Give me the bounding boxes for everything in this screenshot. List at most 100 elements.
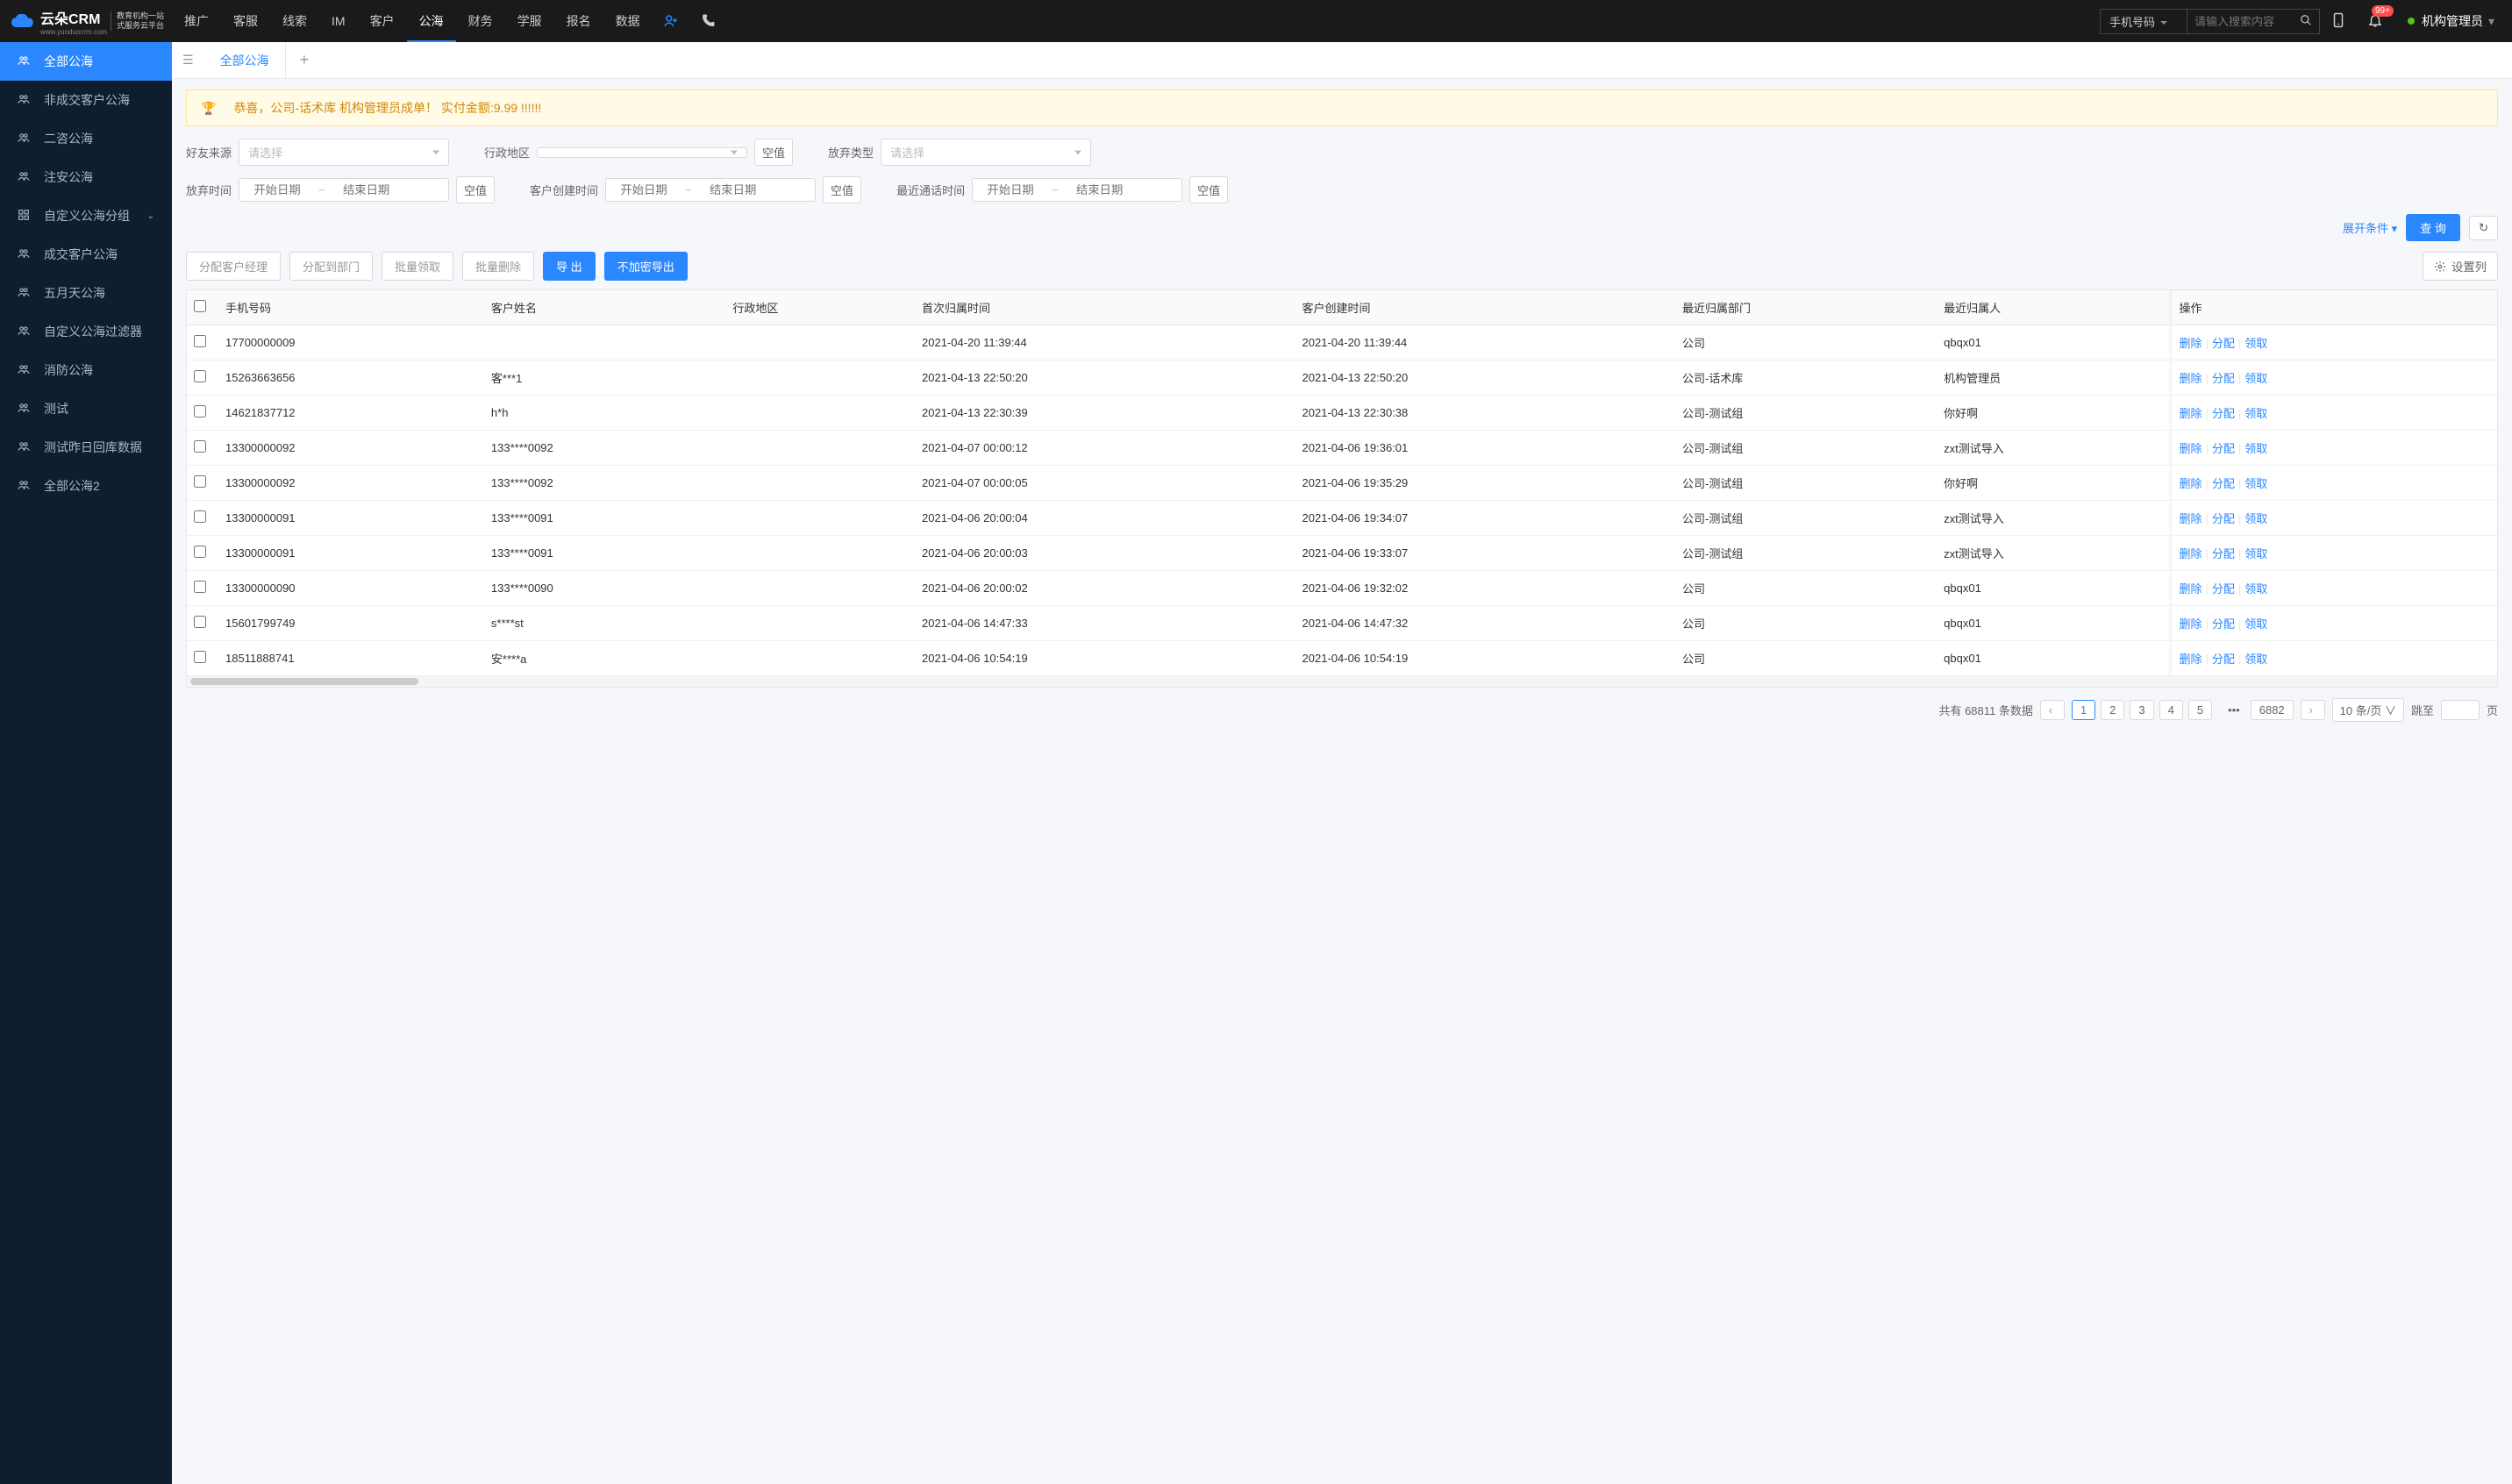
- logo[interactable]: 云朵CRM www.yunduocrm.com 教育机构一站式服务云平台: [0, 7, 172, 36]
- notification-icon[interactable]: 99+: [2367, 12, 2383, 31]
- query-button[interactable]: 查 询: [2406, 214, 2460, 241]
- assign-link[interactable]: 分配: [2212, 617, 2235, 631]
- assign-manager-button[interactable]: 分配客户经理: [186, 252, 281, 281]
- nav-item-1[interactable]: 客服: [221, 0, 270, 42]
- create-start-input[interactable]: [613, 183, 674, 196]
- claim-link[interactable]: 领取: [2244, 512, 2267, 525]
- page-2[interactable]: 2: [2101, 700, 2124, 720]
- page-4[interactable]: 4: [2159, 700, 2183, 720]
- export-plain-button[interactable]: 不加密导出: [604, 252, 688, 281]
- nav-item-7[interactable]: 学服: [505, 0, 554, 42]
- nav-item-2[interactable]: 线索: [270, 0, 319, 42]
- claim-link[interactable]: 领取: [2244, 547, 2267, 560]
- page-5[interactable]: 5: [2188, 700, 2212, 720]
- delete-link[interactable]: 删除: [2179, 617, 2202, 631]
- scrollbar-thumb[interactable]: [190, 678, 418, 685]
- horizontal-scrollbar[interactable]: [187, 676, 2497, 687]
- tab-add-button[interactable]: +: [286, 51, 324, 69]
- sidebar-item-4[interactable]: 自定义公海分组⌄: [0, 196, 172, 235]
- row-checkbox[interactable]: [194, 405, 206, 417]
- phone-icon[interactable]: [689, 13, 726, 29]
- abandon-start-input[interactable]: [246, 183, 308, 196]
- batch-delete-button[interactable]: 批量删除: [462, 252, 534, 281]
- nav-item-6[interactable]: 财务: [456, 0, 505, 42]
- sidebar-item-3[interactable]: 注安公海: [0, 158, 172, 196]
- delete-link[interactable]: 删除: [2179, 337, 2202, 350]
- assign-link[interactable]: 分配: [2212, 653, 2235, 666]
- tab-all-public[interactable]: 全部公海: [204, 42, 286, 79]
- export-button[interactable]: 导 出: [543, 252, 596, 281]
- search-input[interactable]: [2187, 10, 2293, 33]
- page-1[interactable]: 1: [2072, 700, 2095, 720]
- delete-link[interactable]: 删除: [2179, 372, 2202, 385]
- row-checkbox[interactable]: [194, 370, 206, 382]
- select-all-checkbox[interactable]: [194, 300, 206, 312]
- delete-link[interactable]: 删除: [2179, 512, 2202, 525]
- sidebar-item-7[interactable]: 自定义公海过滤器: [0, 312, 172, 351]
- recent-call-end-input[interactable]: [1069, 183, 1131, 196]
- last-page-button[interactable]: 6882: [2251, 700, 2294, 720]
- recent-call-empty-button[interactable]: 空值: [1189, 176, 1228, 203]
- expand-conditions-link[interactable]: 展开条件 ▾: [2343, 219, 2397, 236]
- region-empty-button[interactable]: 空值: [754, 139, 793, 166]
- collapse-sidebar-icon[interactable]: ☰: [172, 53, 204, 68]
- assign-dept-button[interactable]: 分配到部门: [289, 252, 373, 281]
- delete-link[interactable]: 删除: [2179, 407, 2202, 420]
- create-end-input[interactable]: [703, 183, 764, 196]
- claim-link[interactable]: 领取: [2244, 617, 2267, 631]
- assign-link[interactable]: 分配: [2212, 407, 2235, 420]
- batch-claim-button[interactable]: 批量领取: [382, 252, 453, 281]
- claim-link[interactable]: 领取: [2244, 477, 2267, 490]
- search-type-select[interactable]: 手机号码: [2101, 10, 2187, 33]
- assign-link[interactable]: 分配: [2212, 372, 2235, 385]
- abandon-end-input[interactable]: [336, 183, 397, 196]
- create-time-range[interactable]: ~: [605, 178, 816, 202]
- nav-item-8[interactable]: 报名: [554, 0, 603, 42]
- sidebar-item-1[interactable]: 非成交客户公海: [0, 81, 172, 119]
- add-user-icon[interactable]: [653, 13, 689, 29]
- assign-link[interactable]: 分配: [2212, 442, 2235, 455]
- row-checkbox[interactable]: [194, 475, 206, 488]
- sidebar-item-9[interactable]: 测试: [0, 389, 172, 428]
- sidebar-item-2[interactable]: 二咨公海: [0, 119, 172, 158]
- page-size-select[interactable]: 10 条/页 ∨: [2332, 698, 2404, 722]
- nav-item-9[interactable]: 数据: [603, 0, 653, 42]
- nav-item-3[interactable]: IM: [319, 0, 358, 42]
- sidebar-item-10[interactable]: 测试昨日回库数据: [0, 428, 172, 467]
- row-checkbox[interactable]: [194, 335, 206, 347]
- abandon-time-empty-button[interactable]: 空值: [456, 176, 495, 203]
- assign-link[interactable]: 分配: [2212, 547, 2235, 560]
- abandon-time-range[interactable]: ~: [239, 178, 449, 202]
- region-select[interactable]: [537, 147, 747, 158]
- user-menu[interactable]: 机构管理员 ▾: [2408, 12, 2494, 30]
- assign-link[interactable]: 分配: [2212, 337, 2235, 350]
- delete-link[interactable]: 删除: [2179, 442, 2202, 455]
- search-button[interactable]: [2293, 10, 2319, 33]
- row-checkbox[interactable]: [194, 440, 206, 453]
- delete-link[interactable]: 删除: [2179, 653, 2202, 666]
- recent-call-start-input[interactable]: [980, 183, 1041, 196]
- page-3[interactable]: 3: [2130, 700, 2153, 720]
- assign-link[interactable]: 分配: [2212, 512, 2235, 525]
- delete-link[interactable]: 删除: [2179, 547, 2202, 560]
- row-checkbox[interactable]: [194, 510, 206, 523]
- prev-page-button[interactable]: ‹: [2040, 700, 2065, 720]
- sidebar-item-6[interactable]: 五月天公海: [0, 274, 172, 312]
- nav-item-5[interactable]: 公海: [407, 0, 456, 42]
- refresh-button[interactable]: ↻: [2469, 216, 2498, 240]
- claim-link[interactable]: 领取: [2244, 372, 2267, 385]
- jump-page-input[interactable]: [2441, 700, 2480, 720]
- nav-item-4[interactable]: 客户: [358, 0, 407, 42]
- assign-link[interactable]: 分配: [2212, 582, 2235, 596]
- recent-call-range[interactable]: ~: [972, 178, 1182, 202]
- delete-link[interactable]: 删除: [2179, 582, 2202, 596]
- claim-link[interactable]: 领取: [2244, 653, 2267, 666]
- claim-link[interactable]: 领取: [2244, 442, 2267, 455]
- sidebar-item-11[interactable]: 全部公海2: [0, 467, 172, 505]
- assign-link[interactable]: 分配: [2212, 477, 2235, 490]
- row-checkbox[interactable]: [194, 546, 206, 558]
- sidebar-item-0[interactable]: 全部公海: [0, 42, 172, 81]
- delete-link[interactable]: 删除: [2179, 477, 2202, 490]
- row-checkbox[interactable]: [194, 616, 206, 628]
- create-time-empty-button[interactable]: 空值: [823, 176, 861, 203]
